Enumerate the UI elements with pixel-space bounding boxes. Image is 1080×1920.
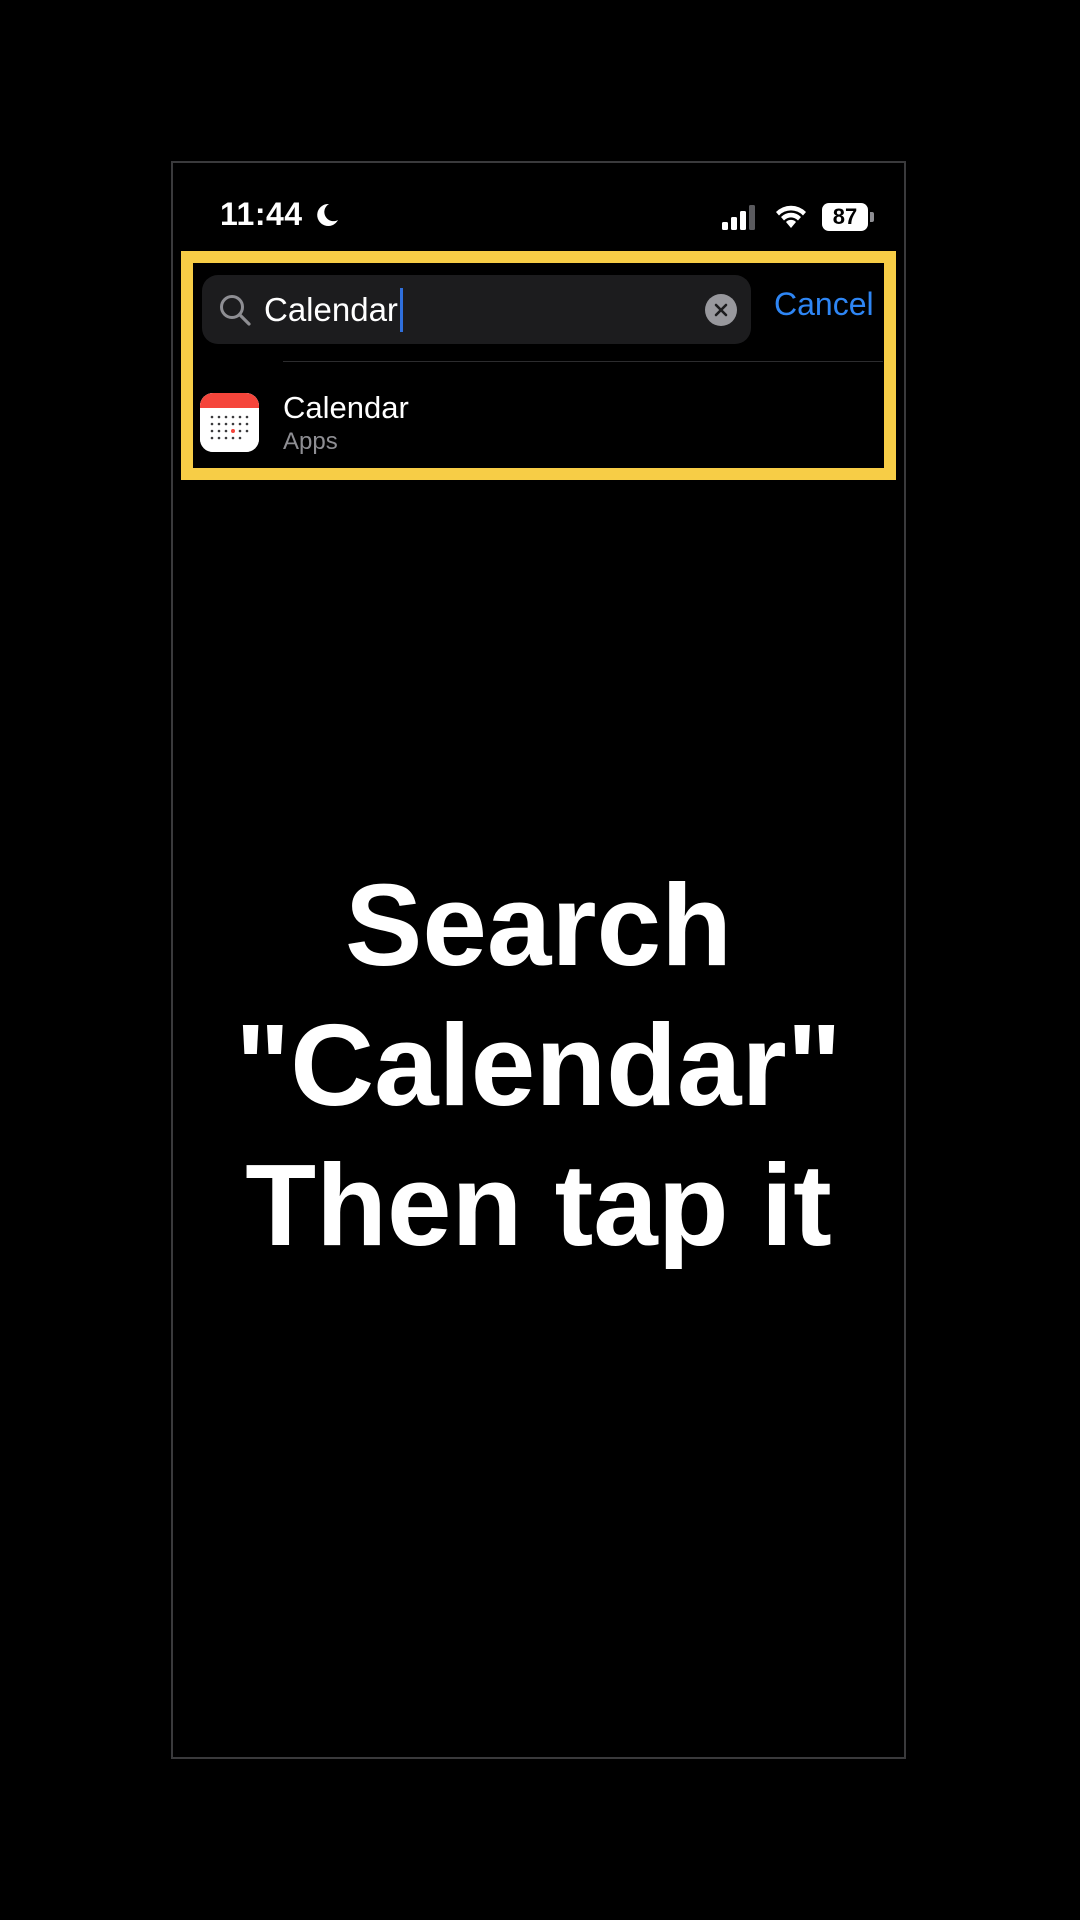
instruction-line-2: "Calendar" <box>235 1000 842 1130</box>
search-result-calendar[interactable]: Calendar Apps <box>200 390 870 460</box>
close-icon <box>714 303 728 317</box>
battery-cap <box>870 212 874 222</box>
search-query: Calendar <box>264 291 398 328</box>
battery-indicator: 87 <box>822 203 874 231</box>
instruction-line-1: Search <box>345 860 732 990</box>
page: 11:44 87 Calendar Cancel Calendar Apps S… <box>0 0 1080 1920</box>
search-input[interactable]: Calendar <box>264 275 403 344</box>
clear-search-button[interactable] <box>705 294 737 326</box>
cancel-button[interactable]: Cancel <box>774 286 874 323</box>
instruction-line-3: Then tap it <box>245 1140 832 1270</box>
status-indicators: 87 <box>720 203 874 231</box>
result-title: Calendar <box>283 390 409 425</box>
status-time-text: 11:44 <box>220 196 303 232</box>
calendar-app-icon[interactable] <box>200 393 259 452</box>
search-bar[interactable]: Calendar <box>202 275 751 344</box>
divider <box>283 361 883 362</box>
text-caret <box>399 287 403 332</box>
battery-level: 87 <box>822 203 868 231</box>
moon-icon <box>316 203 338 226</box>
wifi-icon <box>776 205 806 228</box>
search-icon <box>220 295 251 326</box>
signal-icon <box>722 205 755 230</box>
instruction-text: Search "Calendar" Then tap it <box>171 855 906 1275</box>
result-subtitle: Apps <box>283 428 338 455</box>
status-time: 11:44 <box>220 196 341 233</box>
